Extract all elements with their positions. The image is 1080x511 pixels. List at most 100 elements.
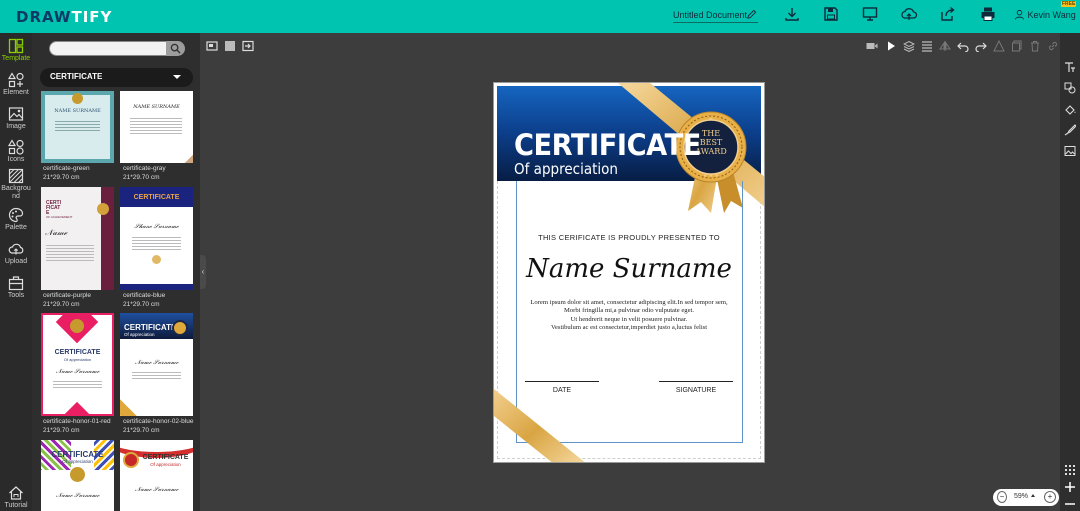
save-button[interactable] — [819, 6, 843, 26]
link-icon[interactable] — [1047, 40, 1059, 52]
app-logo[interactable]: DRAWTIFY — [16, 8, 112, 26]
template-thumb-stripes[interactable]: CERTIFICATE Of appreciation 𝒩𝒶𝓂ℯ 𝒮𝓊𝓇𝓃𝒶𝓂ℯ — [41, 440, 114, 511]
rail-label-background: Background — [1, 185, 31, 200]
thumb-script: 𝒩𝒶𝓂ℯ 𝒮𝓊𝓇𝓃𝒶𝓂ℯ — [55, 492, 100, 499]
template-thumb-label: certificate-gray 21*29.70 cm — [123, 165, 166, 181]
rail-item-image[interactable]: Image — [0, 106, 32, 130]
rail-label-template: Template — [1, 55, 31, 62]
certificate-title[interactable]: CERTIFICATE — [514, 128, 701, 162]
document-title[interactable]: Untitled Document — [673, 9, 758, 23]
import-icon[interactable] — [242, 40, 254, 52]
left-rail: Template Element Image Icons Background … — [0, 33, 32, 511]
right-rail — [1060, 33, 1080, 511]
grid-icon[interactable] — [1064, 464, 1076, 476]
text-style-icon[interactable] — [1064, 61, 1076, 73]
zoom-in-button[interactable]: + — [1044, 491, 1056, 503]
template-thumb-gray[interactable]: NAME SURNAME — [120, 91, 193, 163]
share-button[interactable] — [936, 6, 960, 26]
thumb-lines — [132, 235, 181, 250]
zoom-out-button[interactable]: − — [997, 491, 1007, 503]
svg-text:★: ★ — [708, 116, 713, 123]
thumb-subtitle: Of appreciation — [63, 357, 92, 362]
background-color-icon[interactable] — [224, 40, 236, 52]
rail-item-template[interactable]: Template — [0, 38, 32, 62]
rail-label-palette: Palette — [5, 224, 27, 231]
category-select[interactable]: CERTIFICATE — [40, 68, 193, 87]
video-icon[interactable] — [866, 40, 878, 52]
rail-item-upload[interactable]: Upload — [0, 241, 32, 265]
thumb-subtitle: Of appreciation — [124, 332, 155, 337]
rail-item-palette[interactable]: Palette — [0, 207, 32, 231]
add-page-icon[interactable] — [1064, 481, 1076, 493]
user-name: Kevin Wang — [1027, 10, 1076, 20]
user-menu[interactable]: Kevin Wang — [1014, 9, 1076, 20]
template-thumb-purple[interactable]: CERTIFICATE OF ACHIEVEMENT 𝒩𝒶𝓂ℯ — [41, 187, 114, 290]
copy-icon[interactable] — [1011, 40, 1023, 52]
template-thumb-label: certificate-green 21*29.70 cm — [43, 165, 90, 181]
download-button[interactable] — [780, 6, 804, 26]
redo-icon[interactable] — [975, 40, 987, 52]
search-input[interactable] — [49, 41, 184, 56]
template-thumb-blue[interactable]: CERTIFICATE 𝒮𝒽𝒶𝓃ℯ 𝒮𝓊𝓇𝓃𝒶𝓂ℯ — [120, 187, 193, 290]
svg-text:★ ★ ★: ★ ★ ★ — [703, 173, 720, 179]
template-thumb-green[interactable]: NAME SURNAME — [41, 91, 114, 163]
element-icon — [8, 72, 24, 88]
thumb-name: NAME SURNAME — [133, 104, 180, 110]
template-thumb-honor-red[interactable]: CERTIFICATE Of appreciation 𝒩𝒶𝓂ℯ 𝒮𝓊𝓇𝓃𝒶𝓂ℯ — [41, 313, 114, 416]
tools-icon — [8, 276, 24, 291]
flip-icon[interactable] — [939, 40, 951, 52]
rail-item-tutorial[interactable]: Tutorial — [0, 485, 32, 509]
rail-item-tools[interactable]: Tools — [0, 275, 32, 299]
thumb-script: 𝒩𝒶𝓂ℯ 𝒮𝓊𝓇𝓃𝒶𝓂ℯ — [134, 486, 179, 493]
rail-label-element: Element — [3, 89, 29, 96]
thumb-decoration — [97, 203, 109, 215]
rail-item-icons[interactable]: Icons — [0, 139, 32, 163]
thumb-lines — [132, 370, 181, 380]
search-button[interactable] — [166, 41, 185, 56]
body-text[interactable]: Lorem ipsum dolor sit amet, consectetur … — [494, 299, 764, 332]
thumb-title: CERTIFICATE — [54, 349, 101, 356]
recipient-name[interactable]: Name Surname — [494, 254, 764, 284]
template-thumb-label: certificate-honor-02-blue 21*29.70 cm — [123, 418, 194, 434]
presented-text[interactable]: THIS CERIFICATE IS PROUDLY PRESENTED TO — [494, 233, 764, 242]
delete-page-icon[interactable] — [1064, 498, 1076, 510]
rail-item-element[interactable]: Element — [0, 72, 32, 96]
template-thumb-label: certificate-blue 21*29.70 cm — [123, 292, 166, 308]
zoom-control: − 59% + — [993, 489, 1059, 506]
delete-icon[interactable] — [1029, 40, 1041, 52]
undo-icon[interactable] — [957, 40, 969, 52]
fill-icon[interactable] — [1064, 103, 1076, 115]
template-thumb-label: certificate-honor-01-red 21*29.70 cm — [43, 418, 111, 434]
play-icon[interactable] — [885, 40, 897, 52]
gold-ribbon-bottom — [494, 389, 585, 462]
present-button[interactable] — [858, 6, 882, 26]
edit-pencil-icon[interactable] — [746, 9, 757, 20]
rail-item-background[interactable]: Background — [0, 168, 32, 201]
category-label: CERTIFICATE — [50, 72, 103, 81]
align-icon[interactable] — [921, 40, 933, 52]
body-line-2: Morbi fringilla mi,a pulvinar odio vulpu… — [563, 307, 694, 315]
user-icon — [1014, 9, 1025, 20]
template-thumb-ribbon-red[interactable]: CERTIFICATE Of appreciation 𝒩𝒶𝓂ℯ 𝒮𝓊𝓇𝓃𝒶𝓂ℯ — [120, 440, 193, 511]
brush-icon[interactable] — [1064, 124, 1076, 136]
layers-icon[interactable] — [903, 40, 915, 52]
signature-label[interactable]: SIGNATURE — [659, 387, 733, 394]
panel-collapse-handle[interactable]: ‹ — [200, 255, 206, 289]
group-icon[interactable] — [993, 40, 1005, 52]
thumb-title: CERTIFICATE — [133, 194, 180, 201]
certificate-subtitle[interactable]: Of appreciation — [514, 160, 618, 178]
image-adjust-icon[interactable] — [1064, 145, 1076, 157]
thumb-subtitle: Of appreciation — [150, 462, 181, 467]
fit-page-icon[interactable] — [206, 40, 218, 52]
shape-style-icon[interactable] — [1064, 82, 1076, 94]
cloud-upload-button[interactable] — [897, 6, 921, 26]
canvas-page[interactable]: ★ ★ ★ ★ THE BEST AWARD CERTIFICATE Of ap… — [493, 82, 765, 463]
thumb-decoration — [72, 93, 83, 104]
thumb-decoration — [123, 452, 139, 468]
body-line-4: Vestibulum ac est consectetur,imperdiet … — [550, 323, 708, 331]
rail-label-upload: Upload — [4, 258, 28, 265]
zoom-value[interactable]: 59% — [1014, 493, 1028, 500]
chevron-left-icon: ‹ — [201, 267, 205, 276]
print-button[interactable] — [976, 6, 1000, 26]
template-thumb-honor-blue[interactable]: CERTIFICATE Of appreciation 𝒩𝒶𝓂ℯ 𝒮𝓊𝓇𝓃𝒶𝓂ℯ — [120, 313, 193, 416]
